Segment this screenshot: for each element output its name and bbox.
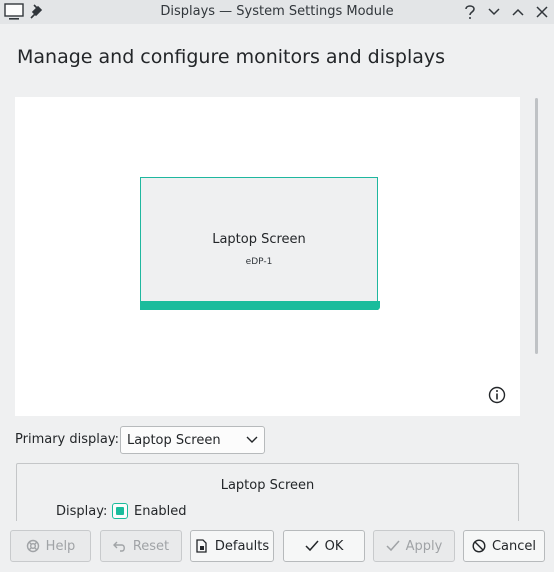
apply-button[interactable]: Apply [373,530,455,562]
page-heading: Manage and configure monitors and displa… [17,46,446,68]
primary-display-value: Laptop Screen [127,433,221,448]
enabled-checkbox[interactable] [112,503,128,519]
minimize-icon[interactable] [484,2,504,22]
display-preview-area[interactable]: Laptop Screen eDP-1 [15,97,520,416]
checkbox-checked-mark [116,507,124,515]
chevron-down-icon [246,436,258,443]
system-settings-window: Displays — System Settings Module Manage… [0,0,554,572]
enabled-label[interactable]: Enabled [134,504,187,519]
ok-button[interactable]: OK [283,530,365,562]
help-icon[interactable] [460,2,480,22]
reset-button[interactable]: Reset [100,530,182,562]
close-icon[interactable] [532,2,552,22]
document-defaults-icon [196,539,207,553]
undo-icon [112,541,125,552]
display-label: Display: [56,504,108,519]
checkmark-icon [305,540,319,552]
info-icon[interactable] [488,386,506,404]
monitor-accent-bar [140,301,380,310]
apply-label: Apply [405,538,443,554]
title-bar[interactable]: Displays — System Settings Module [0,0,554,24]
ok-label: OK [324,538,344,554]
maximize-icon[interactable] [508,2,528,22]
lifebuoy-icon [26,539,39,553]
help-label: Help [45,538,76,554]
monitor-name: Laptop Screen [212,232,306,247]
defaults-button[interactable]: Defaults [190,530,274,562]
primary-display-select[interactable]: Laptop Screen [120,426,265,454]
monitor-tile[interactable]: Laptop Screen eDP-1 [140,177,380,310]
cancel-label: Cancel [491,538,537,554]
preview-scrollbar[interactable] [535,98,538,354]
checkmark-icon [386,540,400,552]
cancel-icon [472,539,486,553]
output-title: Laptop Screen [220,478,315,493]
monitor-connector: eDP-1 [245,257,273,267]
help-button[interactable]: Help [10,530,91,562]
cancel-button[interactable]: Cancel [463,530,545,562]
defaults-label: Defaults [214,538,270,554]
reset-label: Reset [132,538,170,554]
primary-display-label: Primary display: [15,432,119,447]
